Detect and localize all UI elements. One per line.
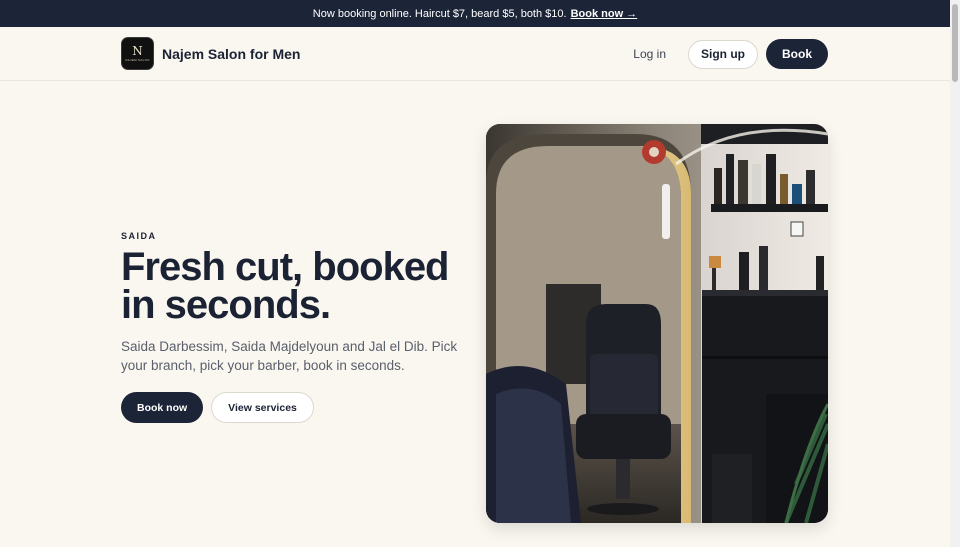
login-button[interactable]: Log in (619, 41, 680, 67)
site-header: N NAJEM SALON Najem Salon for Men Log in… (0, 27, 950, 81)
announcement-text: Now booking online. Haircut $7, beard $5… (312, 7, 567, 20)
hero-eyebrow: SAIDA (121, 231, 157, 241)
logo-monogram: N (132, 44, 143, 58)
hero-content: SAIDA Fresh cut, booked in seconds. Said… (121, 231, 471, 423)
hero-headline: Fresh cut, booked in seconds. (121, 245, 450, 327)
view-services-button[interactable]: View services (211, 392, 314, 423)
hero-subtext: Saida Darbessim, Saida Majdelyoun and Ja… (121, 339, 458, 373)
brand-name: Najem Salon for Men (162, 45, 301, 62)
announcement-bar: Now booking online. Haircut $7, beard $5… (0, 0, 950, 27)
header-actions: Log in Sign up Book (619, 39, 828, 69)
logo-icon: N NAJEM SALON (121, 37, 154, 70)
scrollbar-thumb[interactable] (952, 4, 958, 82)
salon-interior-photo (486, 124, 828, 523)
page-scrollbar[interactable] (950, 0, 960, 547)
brand-home-link[interactable]: N NAJEM SALON Najem Salon for Men (121, 37, 300, 70)
signup-button[interactable]: Sign up (688, 39, 758, 69)
book-now-button[interactable]: Book now (121, 392, 204, 423)
book-button[interactable]: Book (766, 39, 828, 69)
salon-interior-illustration (486, 124, 828, 523)
logo-small-text: NAJEM SALON (125, 58, 150, 62)
announcement-book-link[interactable]: Book now → (571, 8, 638, 20)
hero-cta-row: Book now View services (121, 392, 471, 423)
